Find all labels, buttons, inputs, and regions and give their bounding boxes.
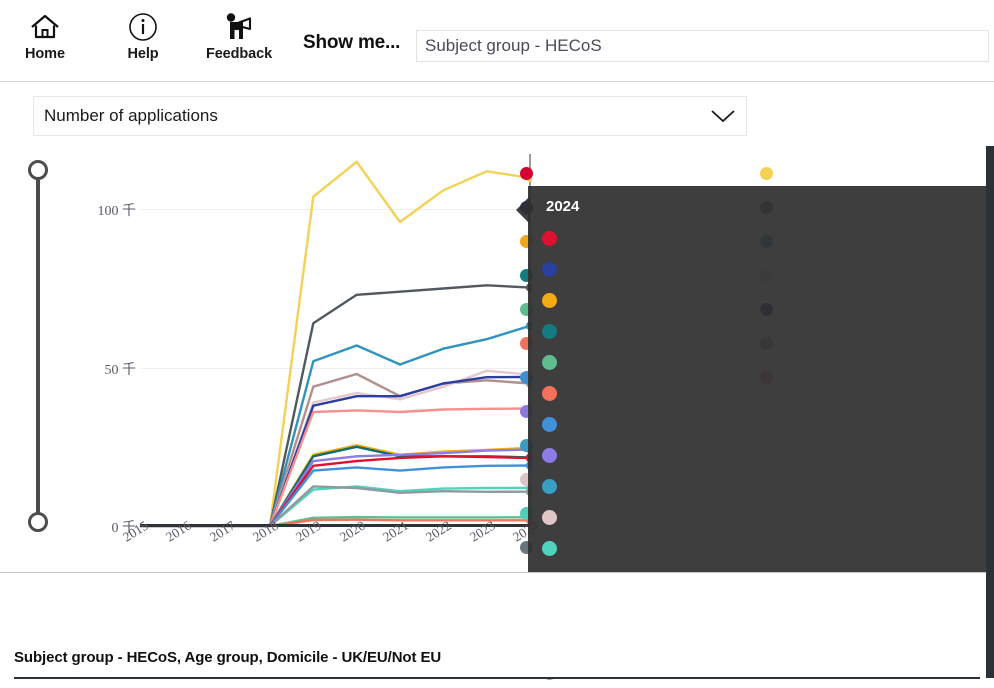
footer-title: Subject group - HECoS, Age group, Domici…: [14, 649, 442, 666]
tooltip-row: [542, 533, 982, 564]
help-label: Help: [127, 46, 159, 62]
home-icon: [29, 8, 61, 46]
y-axis-tick: 100 千: [97, 204, 137, 220]
tooltip-row: [542, 409, 982, 440]
legend-item[interactable]: [760, 156, 990, 190]
tooltip-title: 2024: [546, 198, 580, 215]
subject-input[interactable]: Subject group - HECoS: [416, 30, 989, 62]
slider-track[interactable]: [36, 170, 40, 518]
tooltip-row: [542, 316, 982, 347]
tooltip-row: [542, 440, 982, 471]
tooltip-row: [542, 285, 982, 316]
measure-dropdown[interactable]: Number of applications: [33, 96, 747, 136]
tooltip-row: [542, 254, 982, 285]
tooltip-row: [542, 378, 982, 409]
legend-color-dot: [760, 166, 773, 180]
tooltip-series-dot: [542, 448, 557, 463]
slider-lower-handle[interactable]: [28, 512, 48, 532]
show-me-label: Show me...: [303, 32, 401, 53]
subject-input-value: Subject group - HECoS: [425, 36, 602, 55]
x-axis-labels: 2015 2016 2017 2018 2019 2020 2021 2022 2023 2024: [120, 518, 541, 572]
chart-series-lines: [140, 154, 532, 528]
right-edge-strip: [986, 146, 994, 678]
tooltip-row: [542, 223, 982, 254]
tooltip-series-dot: [542, 417, 557, 432]
y-axis-tick: 50 千: [104, 362, 137, 378]
tooltip-series-dot: [542, 231, 557, 246]
tooltip-series-dot: [542, 355, 557, 370]
chart-line: [140, 324, 532, 528]
chart-line: [140, 369, 532, 528]
footer-bar: Subject group - HECoS, Age group, Domici…: [0, 572, 994, 679]
tooltip-row: [542, 471, 982, 502]
info-circle-icon: [127, 8, 159, 46]
line-chart-plot: 0 千 50 千 100 千 2015 2016 2017 2018 2019 2020 202…: [78, 146, 541, 572]
tooltip-series-dot: [542, 293, 557, 308]
feedback-button[interactable]: Feedback: [199, 8, 279, 72]
tooltip-series-dot: [542, 510, 557, 525]
help-button[interactable]: Help: [103, 8, 183, 72]
tooltip-series-dot: [542, 479, 557, 494]
megaphone-icon: [222, 8, 256, 46]
legend-item[interactable]: [520, 156, 750, 190]
measure-dropdown-value: Number of applications: [44, 106, 218, 125]
tooltip-series-dot: [542, 386, 557, 401]
y-axis-range-slider[interactable]: [24, 156, 52, 532]
x-axis-line: [140, 524, 530, 527]
chart-line: [140, 284, 532, 528]
tooltip-row: [542, 502, 982, 533]
chevron-down-icon[interactable]: [700, 108, 746, 124]
tooltip-series-dot: [542, 541, 557, 556]
footer-divider: [14, 677, 980, 679]
feedback-label: Feedback: [205, 46, 273, 62]
slider-upper-handle[interactable]: [28, 160, 48, 180]
legend-color-dot: [520, 166, 533, 180]
home-label: Home: [25, 46, 65, 62]
chart-line: [140, 160, 532, 528]
tooltip-series-dot: [542, 324, 557, 339]
top-toolbar: Home Help Feedback Show me... Subject gr…: [0, 0, 994, 82]
home-button[interactable]: Home: [5, 8, 85, 72]
tooltip-series-dot: [542, 262, 557, 277]
tooltip-row: [542, 347, 982, 378]
y-axis-labels: 0 千 50 千 100 千: [78, 146, 137, 536]
